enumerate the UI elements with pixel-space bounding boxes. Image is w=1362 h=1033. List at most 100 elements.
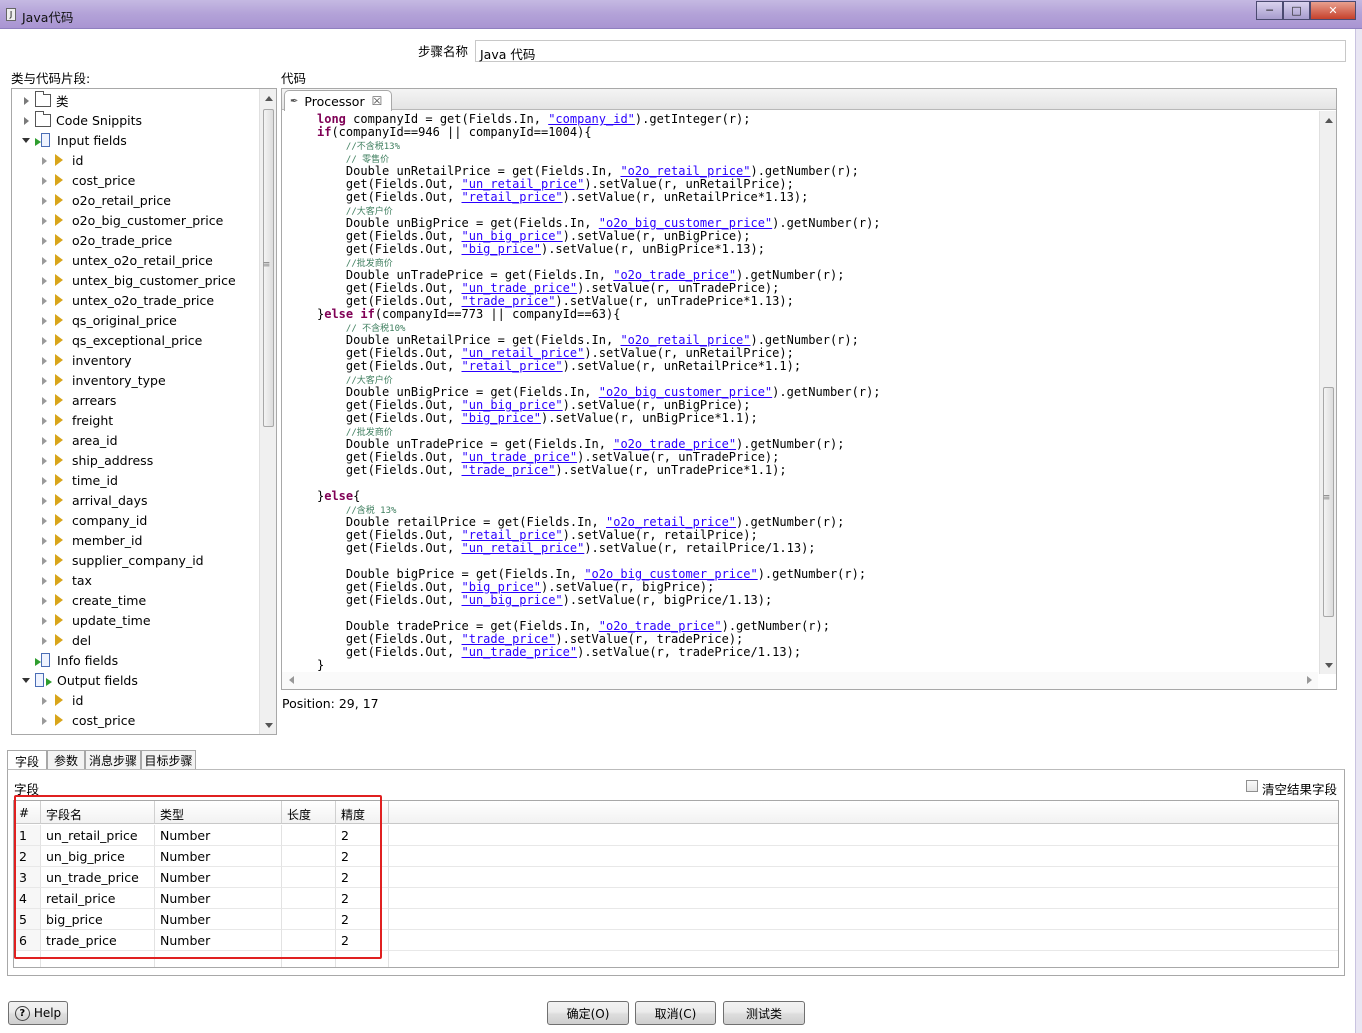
close-tab-icon[interactable]: ☒ xyxy=(372,94,383,108)
col-header-field-name[interactable]: 字段名 xyxy=(41,801,155,824)
maximize-button[interactable]: □ xyxy=(1283,1,1310,20)
table-cell[interactable] xyxy=(282,909,336,930)
col-header-type[interactable]: 类型 xyxy=(155,801,282,824)
table-row-filler[interactable] xyxy=(389,888,1338,909)
code-line[interactable]: get(Fields.Out, "big_price").setValue(r,… xyxy=(317,243,765,256)
tree-item-input-field[interactable]: qs_exceptional_price xyxy=(40,330,202,350)
collapsed-arrow-icon[interactable] xyxy=(40,576,49,585)
tree-item-input-field[interactable]: o2o_retail_price xyxy=(40,190,171,210)
table-cell[interactable]: Number xyxy=(155,909,282,930)
table-cell[interactable]: big_price xyxy=(41,909,155,930)
tab-target-steps[interactable]: 目标步骤 xyxy=(141,750,196,770)
code-vertical-scrollbar[interactable]: ≡ xyxy=(1319,111,1336,674)
tree-item-input-field[interactable]: company_id xyxy=(40,510,147,530)
collapsed-arrow-icon[interactable] xyxy=(40,396,49,405)
tree-item-input-field[interactable]: time_id xyxy=(40,470,118,490)
table-cell[interactable]: Number xyxy=(155,846,282,867)
empty-row-cell[interactable] xyxy=(41,951,155,967)
table-row-filler[interactable] xyxy=(389,846,1338,867)
tree-item-input-field[interactable]: ship_address xyxy=(40,450,153,470)
table-cell[interactable]: 3 xyxy=(14,867,41,888)
tree-item-input-field[interactable]: supplier_company_id xyxy=(40,550,204,570)
tab-info-steps[interactable]: 消息步骤 xyxy=(85,750,141,770)
table-row-filler[interactable] xyxy=(389,930,1338,951)
empty-row-cell[interactable] xyxy=(389,951,1338,967)
collapsed-arrow-icon[interactable] xyxy=(40,616,49,625)
tree-item-input-field[interactable]: id xyxy=(40,150,83,170)
tree-node-info-fields[interactable]: Info fields xyxy=(22,650,118,670)
col-header-precision[interactable]: 精度 xyxy=(336,801,389,824)
table-cell[interactable]: un_big_price xyxy=(41,846,155,867)
tree-item-input-field[interactable]: arrival_days xyxy=(40,490,147,510)
code-horizontal-scrollbar[interactable] xyxy=(282,672,1318,689)
collapsed-arrow-icon[interactable] xyxy=(40,156,49,165)
empty-row-cell[interactable] xyxy=(155,951,282,967)
col-header-index[interactable]: # xyxy=(14,801,41,824)
code-line[interactable]: get(Fields.Out, "big_price").setValue(r,… xyxy=(317,412,758,425)
code-line[interactable]: get(Fields.Out, "un_trade_price").setVal… xyxy=(317,646,801,659)
collapsed-arrow-icon[interactable] xyxy=(40,596,49,605)
code-line[interactable]: } xyxy=(317,659,324,672)
tree-item-input-field[interactable]: cost_price xyxy=(40,170,135,190)
collapsed-arrow-icon[interactable] xyxy=(40,456,49,465)
close-button[interactable]: ✕ xyxy=(1310,1,1356,20)
tree-item-input-field[interactable]: create_time xyxy=(40,590,146,610)
scroll-right-arrow-icon[interactable] xyxy=(1307,676,1312,684)
tree-item-input-field[interactable]: untex_big_customer_price xyxy=(40,270,236,290)
code-editor[interactable]: ✒ Processor ☒ long companyId = get(Field… xyxy=(281,88,1337,690)
tree-item-input-field[interactable]: update_time xyxy=(40,610,151,630)
table-cell[interactable]: 6 xyxy=(14,930,41,951)
collapsed-arrow-icon[interactable] xyxy=(22,116,31,125)
table-cell[interactable] xyxy=(282,825,336,846)
tree-scrollbar[interactable]: ≡ xyxy=(259,89,276,734)
code-text-area[interactable]: long companyId = get(Fields.In, "company… xyxy=(282,111,1318,674)
collapsed-arrow-icon[interactable] xyxy=(40,556,49,565)
tree-node-input-fields[interactable]: Input fields xyxy=(22,130,127,150)
table-cell[interactable]: un_trade_price xyxy=(41,867,155,888)
table-row-filler[interactable] xyxy=(389,825,1338,846)
collapsed-arrow-icon[interactable] xyxy=(40,176,49,185)
table-cell[interactable]: 2 xyxy=(336,909,389,930)
tree-item-input-field[interactable]: del xyxy=(40,630,91,650)
table-cell[interactable]: 1 xyxy=(14,825,41,846)
tree-item-input-field[interactable]: freight xyxy=(40,410,113,430)
collapsed-arrow-icon[interactable] xyxy=(40,536,49,545)
empty-row-cell[interactable] xyxy=(14,951,41,967)
collapsed-arrow-icon[interactable] xyxy=(40,256,49,265)
class-tree[interactable]: cost_price id Output fields Info fields del u… xyxy=(11,88,277,735)
table-cell[interactable]: 2 xyxy=(336,825,389,846)
tree-item-output-field[interactable]: cost_price xyxy=(40,710,135,730)
collapsed-arrow-icon[interactable] xyxy=(40,356,49,365)
table-cell[interactable]: Number xyxy=(155,867,282,888)
expanded-arrow-icon[interactable] xyxy=(22,676,31,685)
collapsed-arrow-icon[interactable] xyxy=(40,376,49,385)
table-cell[interactable]: Number xyxy=(155,888,282,909)
tree-item-input-field[interactable]: inventory xyxy=(40,350,132,370)
col-header-empty[interactable] xyxy=(389,801,1338,824)
collapsed-arrow-icon[interactable] xyxy=(40,316,49,325)
fields-table[interactable]: # 字段名 类型 长度 精度 1 un_retail_price Number 2 2 un_big… xyxy=(13,800,1339,968)
collapsed-arrow-icon[interactable] xyxy=(40,516,49,525)
table-cell[interactable]: Number xyxy=(155,825,282,846)
tree-node-code-snippits[interactable]: Code Snippits xyxy=(22,110,142,130)
collapsed-arrow-icon[interactable] xyxy=(40,496,49,505)
scroll-down-arrow-icon[interactable] xyxy=(265,723,273,728)
table-cell[interactable]: 5 xyxy=(14,909,41,930)
empty-row-cell[interactable] xyxy=(282,951,336,967)
table-cell[interactable]: 2 xyxy=(336,867,389,888)
tree-item-output-field[interactable]: id xyxy=(40,690,83,710)
collapsed-arrow-icon[interactable] xyxy=(22,96,31,105)
table-row-filler[interactable] xyxy=(389,867,1338,888)
collapsed-arrow-icon[interactable] xyxy=(40,216,49,225)
collapsed-arrow-icon[interactable] xyxy=(40,476,49,485)
table-cell[interactable]: 2 xyxy=(14,846,41,867)
table-cell[interactable]: trade_price xyxy=(41,930,155,951)
code-line[interactable]: get(Fields.Out, "un_big_price").setValue… xyxy=(317,594,772,607)
tree-item-input-field[interactable]: o2o_trade_price xyxy=(40,230,172,250)
tab-processor[interactable]: ✒ Processor ☒ xyxy=(284,90,392,111)
code-line[interactable]: }else if(companyId==773 || companyId==63… xyxy=(317,308,620,321)
code-line[interactable]: get(Fields.Out, "retail_price").setValue… xyxy=(317,191,808,204)
tree-item-input-field[interactable]: inventory_type xyxy=(40,370,166,390)
code-line[interactable]: get(Fields.Out, "un_retail_price").setVa… xyxy=(317,542,816,555)
table-cell[interactable]: 2 xyxy=(336,846,389,867)
